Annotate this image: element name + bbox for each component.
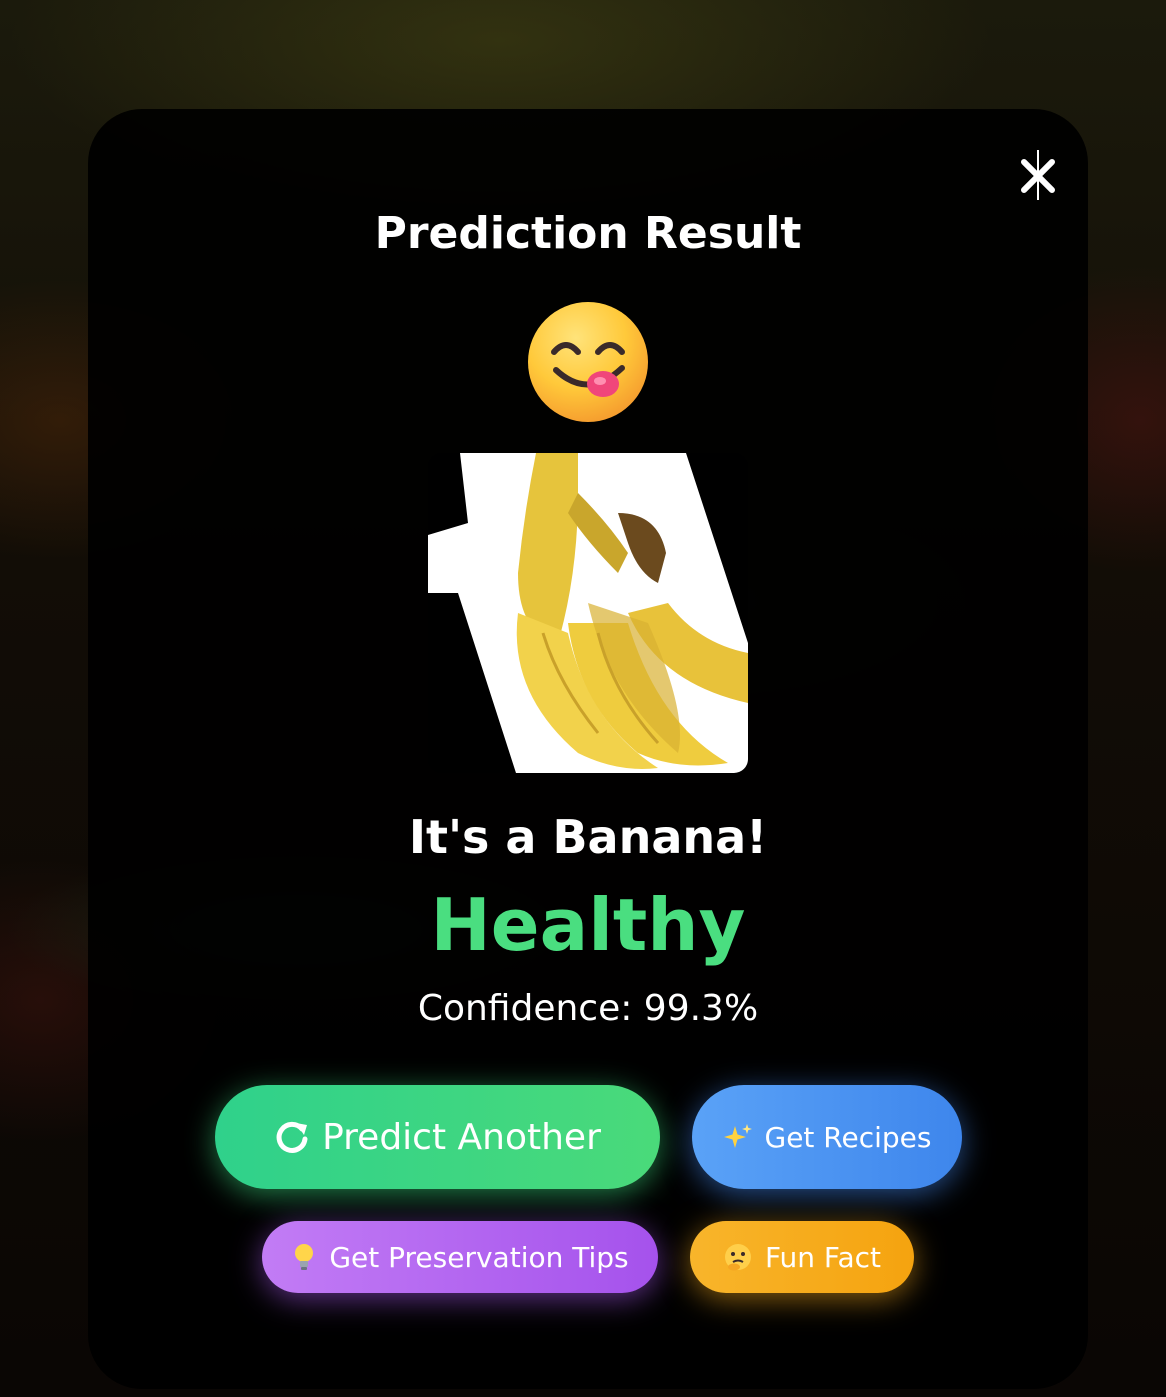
lightbulb-icon bbox=[291, 1242, 317, 1272]
face-savoring-food-icon bbox=[528, 302, 648, 422]
modal-title: Prediction Result bbox=[374, 208, 802, 259]
result-text: It's a Banana! bbox=[408, 810, 768, 864]
close-button[interactable] bbox=[1016, 150, 1060, 202]
get-recipes-label: Get Recipes bbox=[764, 1120, 932, 1154]
health-status: Healthy bbox=[430, 883, 746, 967]
thinking-face-icon bbox=[723, 1242, 753, 1272]
banana-photo bbox=[428, 453, 748, 773]
predict-another-button[interactable]: Predict Another bbox=[215, 1085, 660, 1189]
sparkles-icon bbox=[723, 1122, 753, 1152]
fun-fact-label: Fun Fact bbox=[764, 1240, 882, 1274]
close-icon-bar bbox=[1037, 150, 1039, 200]
get-preservation-tips-button[interactable]: Get Preservation Tips bbox=[262, 1221, 658, 1293]
refresh-icon bbox=[274, 1119, 310, 1155]
fun-fact-button[interactable]: Fun Fact bbox=[690, 1221, 914, 1293]
get-recipes-button[interactable]: Get Recipes bbox=[692, 1085, 962, 1189]
predict-another-label: Predict Another bbox=[322, 1116, 601, 1158]
confidence-text: Confidence: 99.3% bbox=[417, 988, 759, 1029]
get-preservation-tips-label: Get Preservation Tips bbox=[329, 1240, 629, 1274]
